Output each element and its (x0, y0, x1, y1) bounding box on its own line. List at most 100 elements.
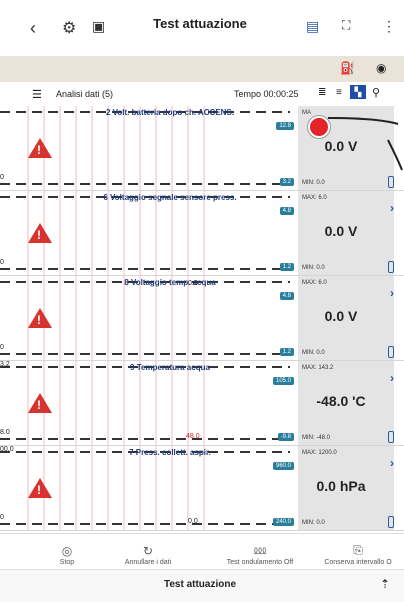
lower-limit-tag: -9.8 (277, 433, 294, 441)
bottom-title: Test attuazione (163, 579, 237, 590)
back-button[interactable]: ‹ (30, 18, 36, 39)
upper-limit-tag: 960.0 (272, 462, 294, 470)
pin-icon[interactable] (388, 431, 394, 443)
min-value: MIN: -48.0 (302, 435, 331, 441)
stop-button[interactable]: ◎ Stop (50, 544, 84, 566)
pin-icon[interactable] (388, 346, 394, 358)
max-value: MA (302, 110, 311, 116)
vehicle-strip: ⛽ ◉ (0, 56, 404, 82)
lower-limit-tag: 1.2 (279, 348, 294, 356)
min-value: MIN: 0.0 (302, 350, 325, 356)
chevron-right-icon[interactable]: › (390, 201, 394, 215)
undo-label: Annullare i dati (124, 559, 172, 566)
max-value: MAX: 6.0 (302, 280, 327, 286)
pin-icon[interactable] (388, 516, 394, 528)
signal-name: 7 Press. collett. aspir. (129, 448, 211, 457)
car-icon[interactable]: ▣ (92, 18, 105, 35)
signal-row[interactable]: 8 Voltaggio temp. acqua ! 0 0.0 4.8 1.2 … (0, 276, 404, 361)
signal-name: 9 Temperatura acqua (130, 363, 210, 372)
value-panel: MAX: 6.0 › 0.0 V MIN: 0.0 (298, 191, 394, 275)
save-interval-button[interactable]: ⎘ Conserva intervallo O (312, 543, 404, 566)
elapsed-time: Tempo 00:00:25 (234, 89, 299, 99)
wave-test-button[interactable]: ⅏ Test ondulamento Off (216, 541, 304, 566)
current-value: 0.0 hPa (316, 478, 366, 494)
signal-row[interactable]: 6 Voltaggio segnale sensore press. ! 0 4… (0, 191, 404, 276)
vehicle-icon[interactable]: ▤ (306, 18, 319, 35)
signal-name: 8 Voltaggio temp. acqua (124, 278, 216, 287)
wave-label: Test ondulamento Off (226, 559, 294, 566)
signal-row[interactable]: 00.0 7 Press. collett. aspir. ! 0 0.0 96… (0, 446, 404, 531)
upper-limit-tag: 4.8 (279, 207, 294, 215)
refresh-icon: ↻ (142, 544, 154, 558)
value-panel: MAX: 1200.0 › 0.0 hPa MIN: 0.0 (298, 446, 394, 530)
current-value: 0.0 V (324, 223, 358, 239)
save-icon: ⎘ (353, 543, 363, 557)
undo-data-button[interactable]: ↻ Annullare i dati (116, 544, 180, 566)
sync-icon[interactable]: ◉ (376, 61, 386, 75)
annotation-arrow (327, 117, 403, 171)
graph-left-label: 0 (0, 259, 4, 266)
lower-limit-tag: 1.2 (279, 263, 294, 271)
value-panel: MAX: 6.0 › 0.0 V MIN: 0.0 (298, 276, 394, 360)
graph-view-icon[interactable]: ▚ (350, 85, 366, 99)
signal-name: 2 Volt. batteria dopo ch. ACCENS. (105, 108, 234, 117)
signal-graph: 8 Voltaggio temp. acqua ! 0 0.0 4.8 1.2 (0, 276, 298, 360)
current-value: 0.0 V (324, 308, 358, 324)
signal-row[interactable]: 3.2 9 Temperatura acqua ! 8.0 48.0 105.0… (0, 361, 404, 446)
settings-icon[interactable]: ⚙ (62, 18, 76, 38)
graph-top-label: 00.0 (0, 446, 14, 453)
data-toolbar: ☰ Analisi dati (5) Tempo 00:00:25 ≣ ≡ ▚ … (0, 82, 404, 106)
data-analysis-label: Analisi dati (5) (56, 89, 114, 99)
wave-icon: ⅏ (253, 543, 267, 557)
min-value: MIN: 0.0 (302, 180, 325, 186)
warning-icon: ! (28, 478, 52, 498)
graph-left-label: 8.0 (0, 429, 10, 436)
stop-icon: ◎ (61, 544, 73, 558)
app-header: ‹ ⚙ ▣ Test attuazione ▤ ⛶ ⋮ (0, 0, 404, 56)
min-value: MIN: 0.0 (302, 520, 325, 526)
signal-graph: 6 Voltaggio segnale sensore press. ! 0 4… (0, 191, 298, 275)
expand-icon[interactable]: ⇡ (380, 577, 390, 591)
save-label: Conserva intervallo O (324, 559, 392, 566)
chevron-right-icon[interactable]: › (390, 286, 394, 300)
list-view-icon[interactable]: ≣ (318, 87, 326, 98)
warning-icon: ! (28, 393, 52, 413)
graph-left-label: 0 (0, 174, 4, 181)
signal-graph: 3.2 9 Temperatura acqua ! 8.0 48.0 105.0… (0, 361, 298, 445)
pin-icon[interactable] (388, 261, 394, 273)
bottom-nav: Test attuazione ⇡ (0, 569, 404, 602)
signal-name: 6 Voltaggio segnale sensore press. (103, 193, 237, 202)
max-value: MAX: 143.2 (302, 365, 334, 371)
chevron-right-icon[interactable]: › (390, 371, 394, 385)
warning-icon: ! (28, 138, 52, 158)
upper-limit-tag: 105.0 (272, 377, 294, 385)
graph-mid-label: 48.0 (186, 433, 200, 440)
value-panel: MAX: 143.2 › -48.0 'C MIN: -48.0 (298, 361, 394, 445)
lower-limit-tag: 240.0 (272, 518, 294, 526)
signal-graph: 2 Volt. batteria dopo ch. ACCENS. ! 0 12… (0, 106, 298, 190)
warning-icon: ! (28, 223, 52, 243)
menu-icon[interactable]: ≡ (336, 87, 342, 98)
chevron-right-icon[interactable]: › (390, 456, 394, 470)
warning-icon: ! (28, 308, 52, 328)
list-icon[interactable]: ☰ (32, 88, 42, 101)
bottom-toolbar: ◎ Stop ↻ Annullare i dati ⅏ Test ondulam… (0, 533, 404, 570)
graph-top-label: 3.2 (0, 361, 10, 368)
lower-limit-tag: 3.2 (279, 178, 294, 186)
search-icon[interactable]: ⚲ (372, 86, 380, 99)
max-value: MAX: 6.0 (302, 195, 327, 201)
upper-limit-tag: 12.8 (276, 122, 294, 130)
signal-graph: 00.0 7 Press. collett. aspir. ! 0 0.0 96… (0, 446, 298, 530)
graph-mid-label: 0.0 (188, 518, 198, 525)
upper-limit-tag: 4.8 (279, 292, 294, 300)
graph-mid-label: 0.0 (188, 280, 198, 287)
engine-icon[interactable]: ⛽ (340, 61, 355, 75)
stop-label: Stop (59, 559, 75, 566)
more-icon[interactable]: ⋮ (382, 18, 396, 35)
current-value: -48.0 'C (316, 393, 366, 409)
min-value: MIN: 0.0 (302, 265, 325, 271)
graph-left-label: 0 (0, 514, 4, 521)
graph-left-label: 0 (0, 344, 4, 351)
fullscreen-icon[interactable]: ⛶ (342, 18, 350, 33)
page-title: Test attuazione (153, 16, 247, 31)
